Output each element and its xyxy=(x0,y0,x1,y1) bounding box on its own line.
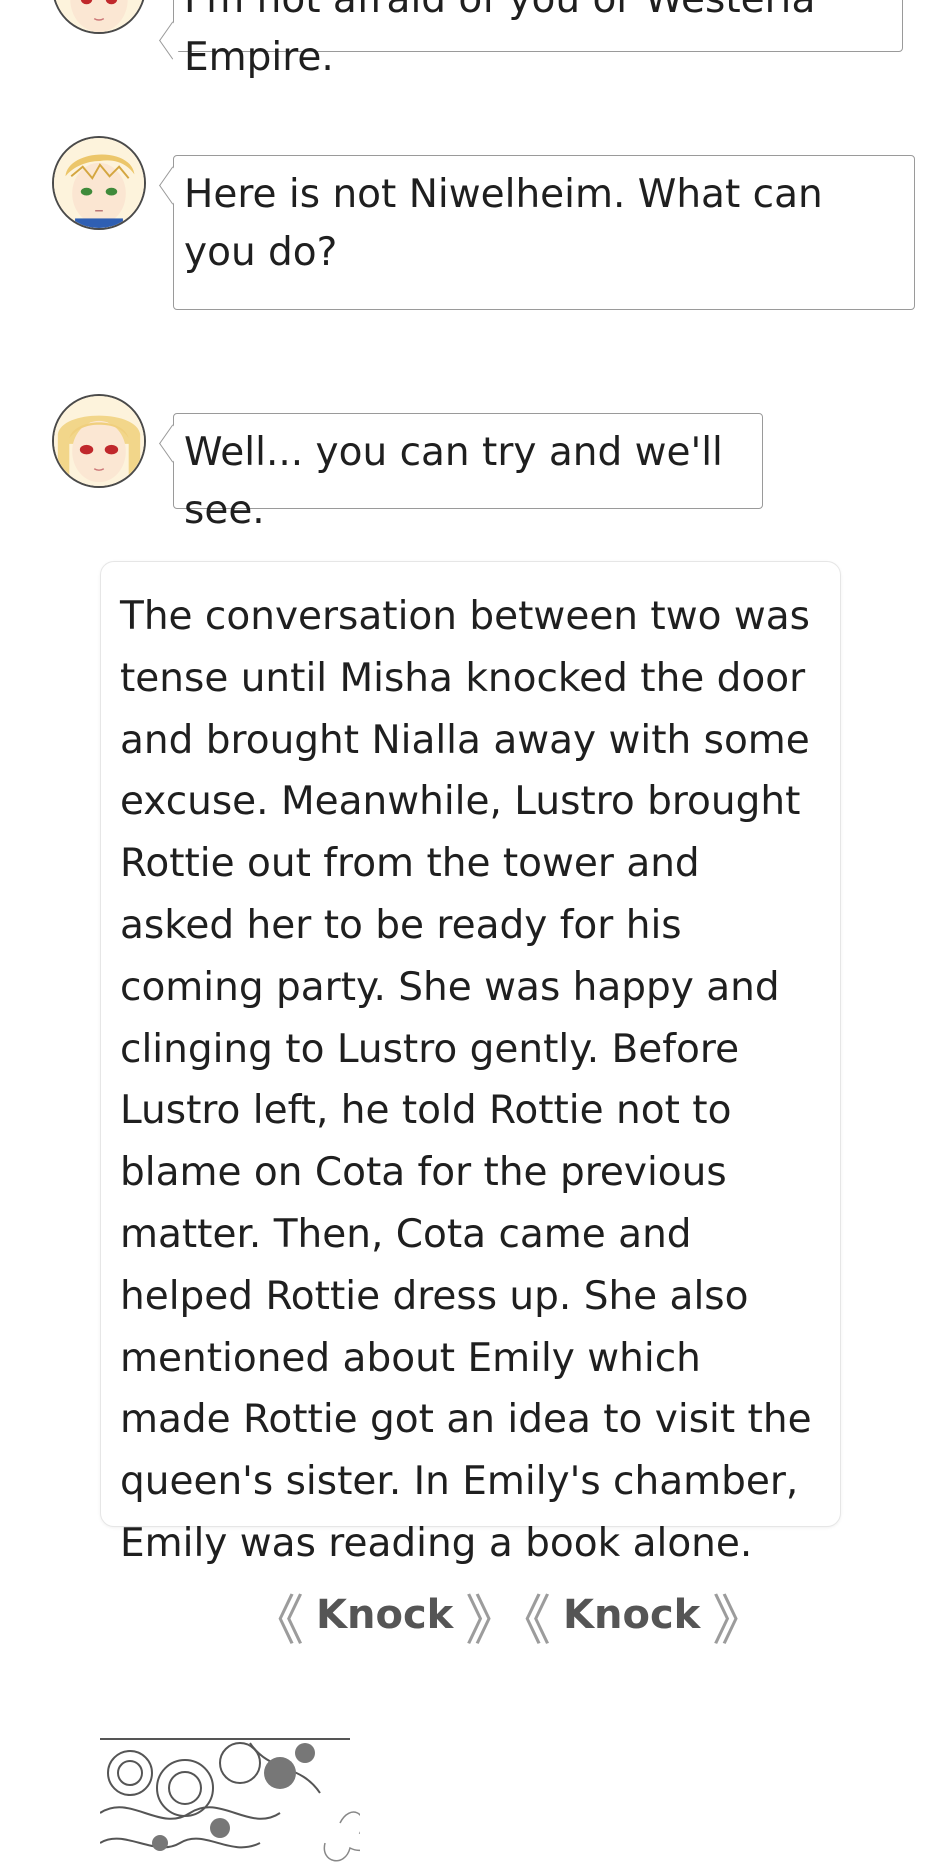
lace-and-flower-illustration xyxy=(100,1733,360,1873)
speaker-avatar-boy xyxy=(52,136,146,230)
dialogue-text: Here is not Niwelheim. What can you do? xyxy=(184,172,823,275)
dialogue-text: Well... you can try and we'll see. xyxy=(184,430,723,533)
choice-list: 《 Knock 》 《 Knock 》 xyxy=(0,1585,940,1652)
speaker-avatar-girl xyxy=(52,394,146,488)
lace-illustration-icon xyxy=(100,1733,360,1873)
dialogue-bubble: Here is not Niwelheim. What can you do? xyxy=(159,155,915,310)
open-bracket: 《 xyxy=(250,1588,304,1652)
speaker-avatar-girl xyxy=(52,0,146,34)
choice-label: Knock xyxy=(563,1592,701,1638)
dialogue-bubble: I'm not afraid of you or Westeria Empire… xyxy=(159,0,903,80)
close-bracket: 》 xyxy=(712,1588,767,1652)
open-bracket: 《 xyxy=(497,1588,551,1652)
choice-knock-1[interactable]: 《 Knock 》 xyxy=(250,1585,519,1652)
blonde-boy-green-eyes-icon xyxy=(54,138,144,228)
dialogue-bubble: Well... you can try and we'll see. xyxy=(159,413,763,533)
blonde-girl-red-eyes-icon xyxy=(54,396,144,486)
narration-text: The conversation between two was tense u… xyxy=(120,594,812,1566)
dialogue-text: I'm not afraid of you or Westeria Empire… xyxy=(184,0,815,80)
narration-box: The conversation between two was tense u… xyxy=(100,561,841,1566)
choice-label: Knock xyxy=(316,1592,454,1638)
blonde-girl-red-eyes-icon xyxy=(54,0,144,32)
choice-knock-2[interactable]: 《 Knock 》 xyxy=(497,1585,766,1652)
